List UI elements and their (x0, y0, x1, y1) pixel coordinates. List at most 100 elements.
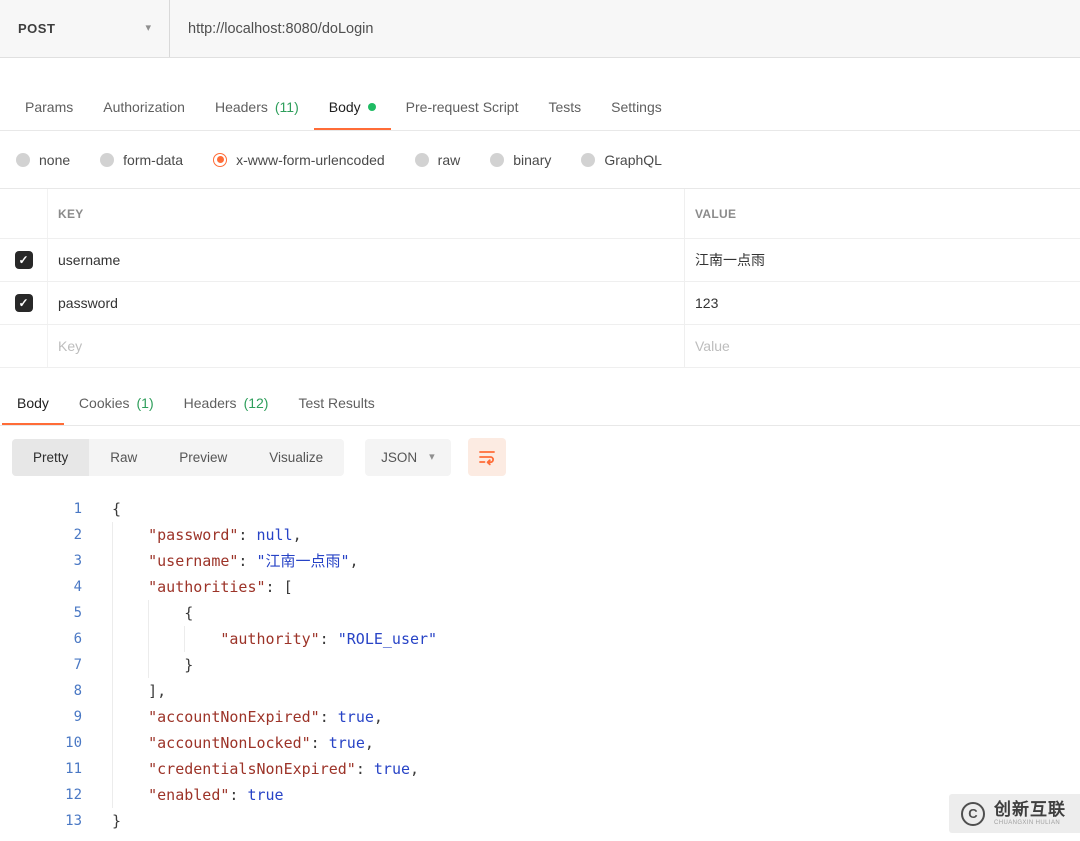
code-token: , (350, 552, 359, 570)
code-token: null (256, 526, 292, 544)
code-content: "accountNonLocked": true, (112, 730, 374, 756)
view-switcher: PrettyRawPreviewVisualize (12, 439, 344, 476)
code-token: : (229, 786, 247, 804)
code-token: { (112, 500, 121, 518)
code-token: "authority" (220, 630, 319, 648)
line-number: 12 (0, 782, 112, 808)
line-number: 2 (0, 522, 112, 548)
tab-body[interactable]: Body (314, 84, 391, 130)
body-type-none[interactable]: none (16, 152, 70, 168)
body-type-binary[interactable]: binary (490, 152, 551, 168)
green-dot (368, 103, 376, 111)
tab-headers[interactable]: Headers(11) (200, 84, 314, 130)
code-token: , (365, 734, 374, 752)
format-label: JSON (381, 450, 417, 465)
key-placeholder-input[interactable]: Key (48, 325, 685, 367)
radio-icon (490, 153, 504, 167)
indent-guide (148, 600, 184, 626)
checkbox-cell (0, 325, 48, 367)
body-type-raw[interactable]: raw (415, 152, 461, 168)
tab-authorization[interactable]: Authorization (88, 84, 200, 130)
key-cell[interactable]: password (48, 282, 685, 324)
tab-label: Cookies (79, 395, 130, 411)
tab-pre-request-script[interactable]: Pre-request Script (391, 84, 534, 130)
code-line: 11"credentialsNonExpired": true, (0, 756, 1080, 782)
line-number: 4 (0, 574, 112, 600)
key-cell[interactable]: username (48, 239, 685, 281)
column-header-value: VALUE (685, 189, 1080, 238)
tab-tests[interactable]: Tests (533, 84, 596, 130)
line-number: 3 (0, 548, 112, 574)
tab-count: (1) (137, 395, 154, 411)
tab-settings[interactable]: Settings (596, 84, 677, 130)
radio-label: raw (438, 152, 461, 168)
code-content: } (112, 808, 121, 834)
tab-label: Body (329, 99, 361, 115)
code-token: "江南一点雨" (256, 552, 349, 570)
tab-label: Test Results (298, 395, 374, 411)
code-line: 5{ (0, 600, 1080, 626)
view-raw[interactable]: Raw (89, 439, 158, 476)
code-token: , (374, 708, 383, 726)
tab-label: Settings (611, 99, 662, 115)
tab-params[interactable]: Params (10, 84, 88, 130)
view-pretty[interactable]: Pretty (12, 439, 89, 476)
wrap-lines-button[interactable] (468, 438, 506, 476)
format-dropdown[interactable]: JSON ▾ (365, 439, 451, 476)
line-number: 10 (0, 730, 112, 756)
body-type-graphql[interactable]: GraphQL (581, 152, 662, 168)
watermark-title: 创新互联 (994, 801, 1066, 820)
row-checkbox[interactable]: ✓ (15, 251, 33, 269)
response-tab-test-results[interactable]: Test Results (283, 380, 389, 425)
code-content: "password": null, (112, 522, 302, 548)
tab-count: (12) (244, 395, 269, 411)
code-token: , (410, 760, 419, 778)
url-input[interactable]: http://localhost:8080/doLogin (170, 21, 1080, 37)
code-content: ], (112, 678, 166, 704)
code-token: : (238, 526, 256, 544)
code-token: true (247, 786, 283, 804)
code-content: { (112, 496, 121, 522)
radio-label: x-www-form-urlencoded (236, 152, 385, 168)
column-header-key: KEY (48, 189, 685, 238)
radio-label: binary (513, 152, 551, 168)
view-visualize[interactable]: Visualize (248, 439, 344, 476)
code-line: 2"password": null, (0, 522, 1080, 548)
code-token: true (374, 760, 410, 778)
response-tabs: Body Cookies (1) Headers (12) Test Results (0, 380, 1080, 426)
tab-label: Pre-request Script (406, 99, 519, 115)
postman-app: POST ▾ http://localhost:8080/doLogin Par… (0, 0, 1080, 834)
row-checkbox[interactable]: ✓ (15, 294, 33, 312)
code-token: [ (284, 578, 293, 596)
body-type-x-www-form-urlencoded[interactable]: x-www-form-urlencoded (213, 152, 385, 168)
chevron-down-icon: ▾ (429, 452, 435, 463)
watermark-subtitle: CHUANGXIN HULIAN (994, 820, 1066, 826)
tab-label: Body (17, 395, 49, 411)
radio-icon (16, 153, 30, 167)
code-token: true (338, 708, 374, 726)
value-cell[interactable]: 江南一点雨 (685, 239, 1080, 281)
indent-guide (112, 626, 148, 652)
body-type-form-data[interactable]: form-data (100, 152, 183, 168)
tab-label: Headers (184, 395, 237, 411)
code-content: "authority": "ROLE_user" (112, 626, 437, 652)
checkbox-cell: ✓ (0, 239, 48, 281)
value-cell[interactable]: 123 (685, 282, 1080, 324)
response-tab-body[interactable]: Body (2, 380, 64, 425)
response-tab-cookies[interactable]: Cookies (1) (64, 380, 169, 425)
indent-guide (148, 652, 184, 678)
code-token: "ROLE_user" (338, 630, 437, 648)
code-content: "accountNonExpired": true, (112, 704, 383, 730)
table-placeholder-row: Key Value (0, 325, 1080, 368)
method-dropdown[interactable]: POST ▾ (0, 0, 170, 57)
value-placeholder-input[interactable]: Value (685, 325, 1080, 367)
code-token: , (293, 526, 302, 544)
body-type-options: none form-data x-www-form-urlencoded raw bin… (0, 131, 1080, 189)
tab-label: Tests (548, 99, 581, 115)
response-tab-headers[interactable]: Headers (12) (169, 380, 284, 425)
view-preview[interactable]: Preview (158, 439, 248, 476)
indent-guide (112, 730, 148, 756)
code-content: { (112, 600, 193, 626)
indent-guide (112, 574, 148, 600)
code-token: "credentialsNonExpired" (148, 760, 356, 778)
